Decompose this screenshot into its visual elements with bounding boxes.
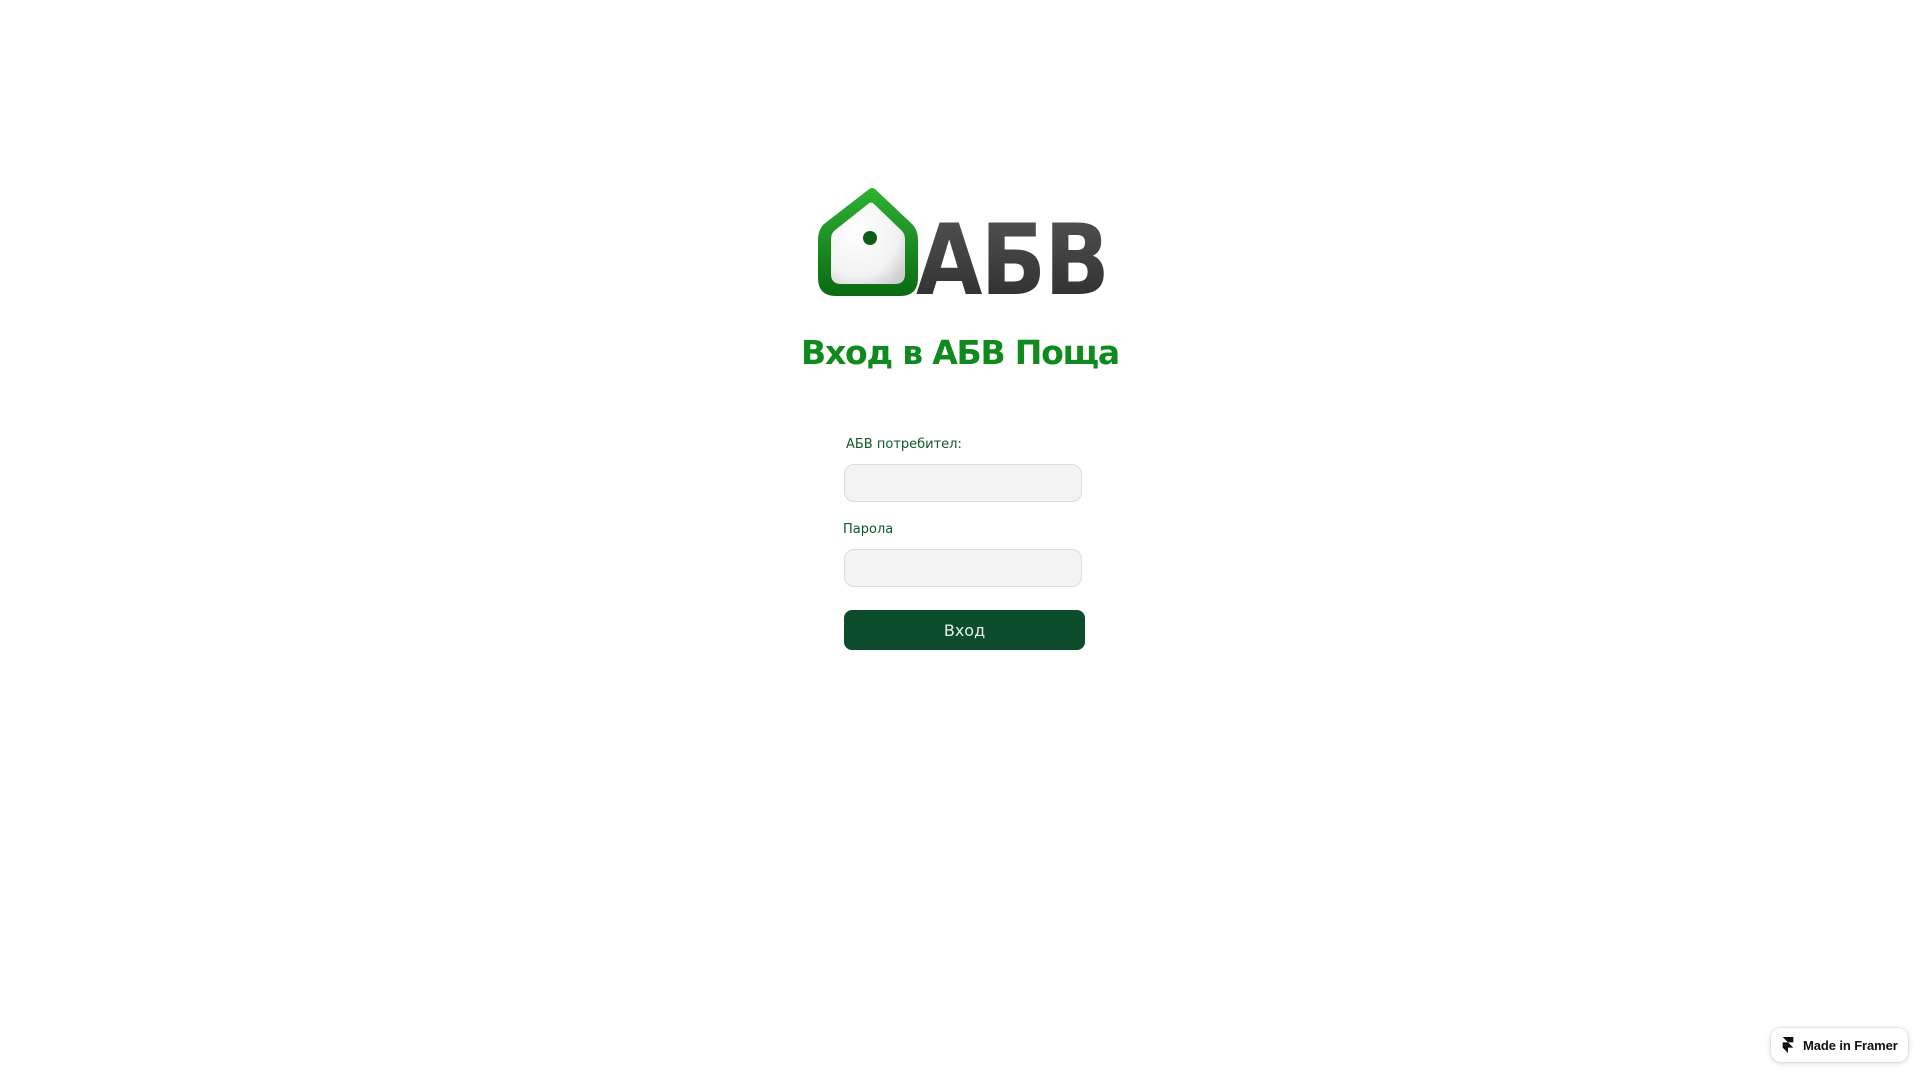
login-page: АБВ Вход в АБВ Поща АБВ потребител: Паро…	[0, 0, 1920, 1080]
house-icon	[818, 188, 918, 296]
password-label: Парола	[843, 522, 894, 537]
made-in-framer-badge[interactable]: Made in Framer	[1771, 1028, 1908, 1062]
login-button[interactable]: Вход	[844, 610, 1085, 650]
framer-icon	[1781, 1037, 1795, 1053]
abv-logo: АБВ	[816, 186, 1112, 300]
password-input[interactable]	[844, 549, 1082, 587]
username-input[interactable]	[844, 464, 1082, 502]
username-label: АБВ потребител:	[846, 437, 962, 452]
made-in-framer-label: Made in Framer	[1803, 1037, 1898, 1053]
logo-letters: АБВ	[916, 204, 1108, 300]
page-title: Вход в АБВ Поща	[801, 333, 1120, 372]
